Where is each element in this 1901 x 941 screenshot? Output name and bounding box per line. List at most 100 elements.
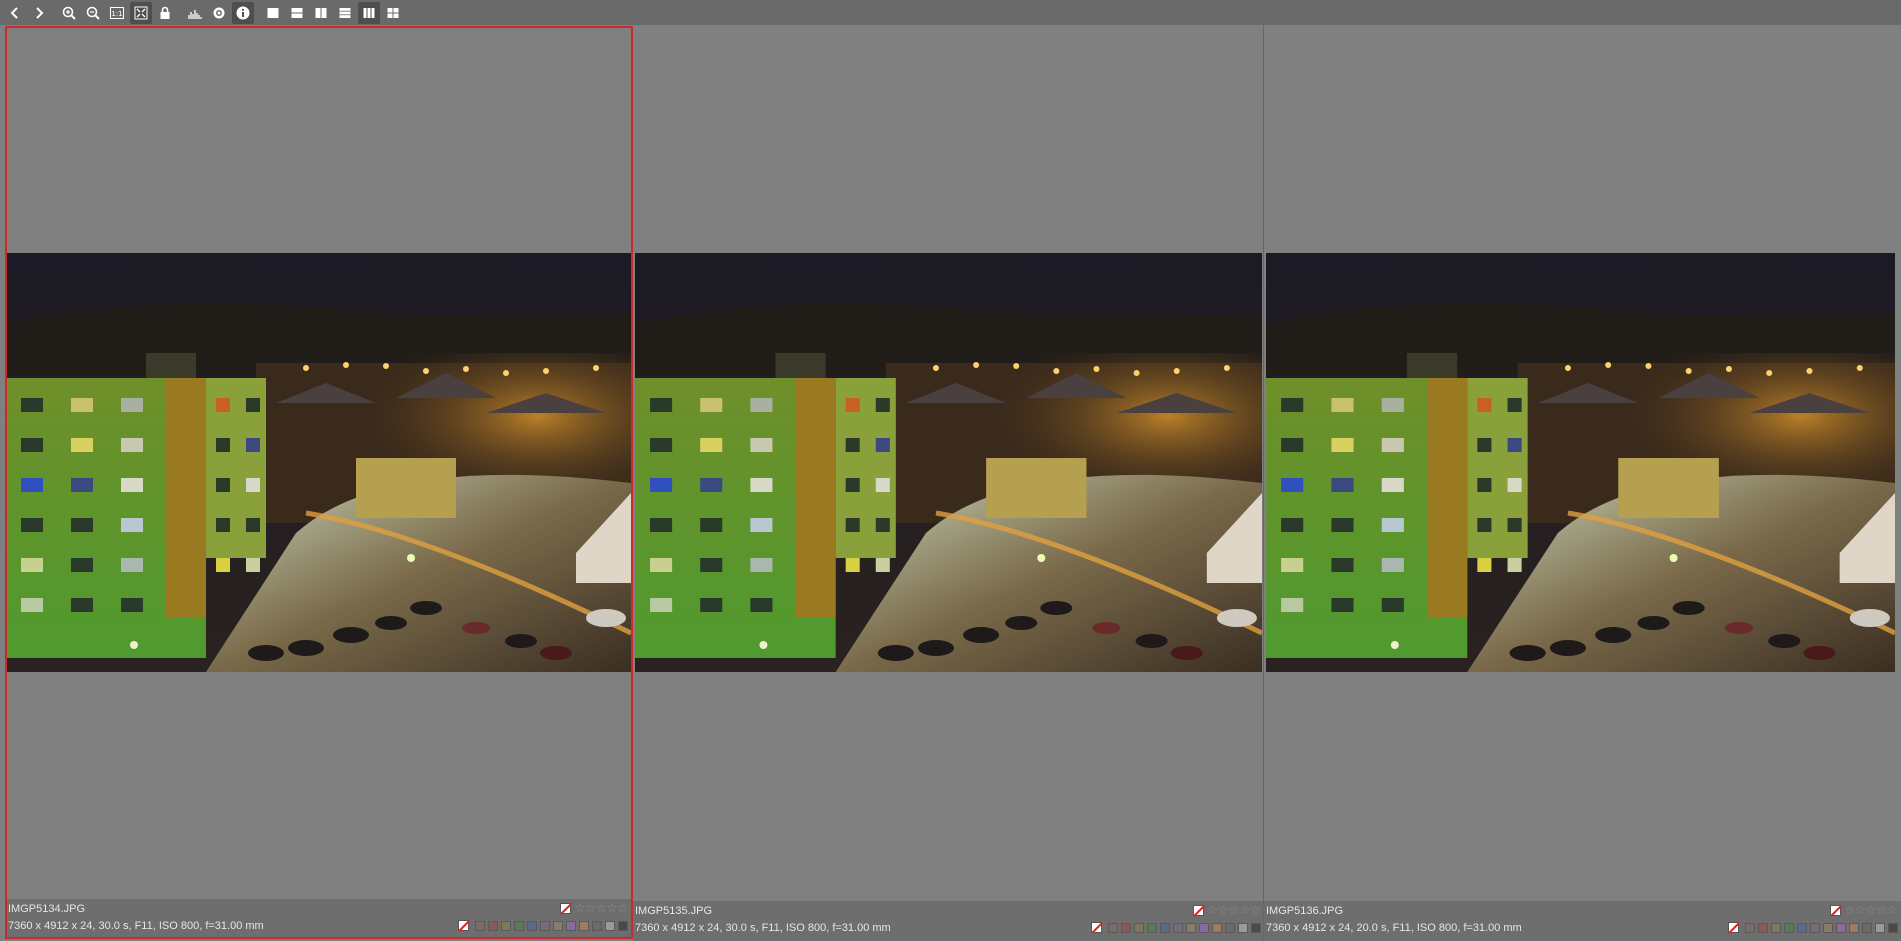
color-label-swatch[interactable] (1173, 922, 1183, 933)
no-label-icon[interactable] (1091, 922, 1102, 933)
layout-two-columns-icon (315, 7, 327, 18)
night-city-photo (1266, 253, 1895, 672)
layout-grid-button[interactable] (382, 2, 404, 24)
rating-stars[interactable]: ☆☆☆☆☆ (574, 902, 628, 914)
color-label-swatch[interactable] (1797, 922, 1807, 933)
color-label-swatch[interactable] (501, 920, 511, 931)
histogram-button[interactable] (184, 2, 206, 24)
previous-button[interactable] (4, 2, 26, 24)
photo-preview[interactable] (1266, 253, 1895, 672)
image-panel-2[interactable]: IMGP5135.JPG 7360 x 4912 x 24, 30.0 s, F… (633, 25, 1264, 941)
zoom-out-button[interactable] (82, 2, 104, 24)
color-label-swatch[interactable] (1745, 922, 1755, 933)
color-label-swatch[interactable] (1875, 922, 1885, 933)
zoom-in-button[interactable] (58, 2, 80, 24)
color-label-swatch[interactable] (527, 920, 537, 931)
color-label-picker[interactable] (1728, 922, 1898, 933)
star-rating[interactable]: ☆☆☆☆☆ (1830, 904, 1898, 916)
color-label-swatch[interactable] (1134, 922, 1144, 933)
color-label-swatch[interactable] (579, 920, 589, 931)
next-arrow-icon (36, 6, 44, 19)
color-label-swatch[interactable] (618, 920, 628, 931)
focus-peak-button[interactable] (208, 2, 230, 24)
viewer-toolbar: 1:1 (0, 0, 1901, 25)
color-label-swatch[interactable] (1212, 922, 1222, 933)
color-label-swatch[interactable] (592, 920, 602, 931)
color-label-swatch[interactable] (540, 920, 550, 931)
next-button[interactable] (28, 2, 50, 24)
star-rating[interactable]: ☆☆☆☆☆ (1193, 904, 1261, 916)
layout-two-columns-button[interactable] (310, 2, 332, 24)
color-label-swatch[interactable] (1225, 922, 1235, 933)
color-label-swatch[interactable] (514, 920, 524, 931)
color-label-swatch[interactable] (1771, 922, 1781, 933)
filename-label: IMGP5135.JPG (635, 905, 713, 917)
photo-preview[interactable] (635, 253, 1262, 672)
color-label-swatch[interactable] (1251, 922, 1261, 933)
exif-info-label: 7360 x 4912 x 24, 20.0 s, F11, ISO 800, … (1266, 922, 1522, 934)
color-label-swatch[interactable] (1810, 922, 1820, 933)
previous-arrow-icon (10, 6, 18, 19)
image-info-bar: IMGP5136.JPG 7360 x 4912 x 24, 20.0 s, F… (1264, 901, 1901, 941)
color-label-swatch[interactable] (1849, 922, 1859, 933)
layout-three-columns-icon (363, 7, 375, 18)
night-city-photo (6, 253, 631, 672)
layout-grid-icon (387, 7, 399, 18)
lock-button[interactable] (154, 2, 176, 24)
reject-flag-icon[interactable] (560, 902, 572, 914)
image-panel-1[interactable]: IMGP5134.JPG 7360 x 4912 x 24, 30.0 s, F… (0, 25, 633, 941)
filename-label: IMGP5136.JPG (1266, 905, 1344, 917)
color-label-swatch[interactable] (1888, 922, 1898, 933)
star-rating[interactable]: ☆☆☆☆☆ (560, 902, 628, 914)
actual-size-button[interactable]: 1:1 (106, 2, 128, 24)
actual-size-icon: 1:1 (110, 6, 124, 19)
exif-info-label: 7360 x 4912 x 24, 30.0 s, F11, ISO 800, … (635, 922, 891, 934)
color-label-picker[interactable] (1091, 922, 1261, 933)
no-label-icon[interactable] (1728, 922, 1739, 933)
image-info-bar: IMGP5135.JPG 7360 x 4912 x 24, 30.0 s, F… (633, 901, 1264, 941)
color-label-swatch[interactable] (1823, 922, 1833, 933)
photo-preview[interactable] (6, 253, 631, 672)
info-icon (236, 6, 250, 19)
reject-flag-icon[interactable] (1193, 904, 1205, 916)
color-label-swatch[interactable] (488, 920, 498, 931)
layout-three-rows-button[interactable] (334, 2, 356, 24)
color-label-swatch[interactable] (605, 920, 615, 931)
color-label-swatch[interactable] (1160, 922, 1170, 933)
color-label-swatch[interactable] (1186, 922, 1196, 933)
color-label-swatch[interactable] (1108, 922, 1118, 933)
layout-single-icon (267, 7, 279, 18)
night-city-photo (635, 253, 1262, 672)
layout-two-rows-icon (291, 7, 303, 18)
histogram-icon (188, 9, 202, 19)
info-button[interactable] (232, 1, 254, 24)
layout-three-rows-icon (339, 7, 351, 18)
rating-stars[interactable]: ☆☆☆☆☆ (1207, 904, 1261, 916)
color-label-swatch[interactable] (1862, 922, 1872, 933)
image-info-bar: IMGP5134.JPG 7360 x 4912 x 24, 30.0 s, F… (6, 899, 631, 939)
layout-three-columns-button[interactable] (358, 1, 380, 24)
image-panel-3[interactable]: IMGP5136.JPG 7360 x 4912 x 24, 20.0 s, F… (1264, 25, 1901, 941)
color-label-swatch[interactable] (1147, 922, 1157, 933)
color-label-swatch[interactable] (566, 920, 576, 931)
color-label-swatch[interactable] (1199, 922, 1209, 933)
zoom-out-icon (86, 6, 100, 20)
lock-icon (160, 6, 170, 19)
layout-single-button[interactable] (262, 2, 284, 24)
exif-info-label: 7360 x 4912 x 24, 30.0 s, F11, ISO 800, … (8, 920, 264, 932)
color-label-swatch[interactable] (1836, 922, 1846, 933)
color-label-swatch[interactable] (553, 920, 563, 931)
actual-size-text: 1:1 (111, 10, 122, 18)
no-label-icon[interactable] (458, 920, 469, 931)
color-label-swatch[interactable] (1121, 922, 1131, 933)
color-label-swatch[interactable] (475, 920, 485, 931)
reject-flag-icon[interactable] (1830, 904, 1842, 916)
color-label-swatch[interactable] (1784, 922, 1794, 933)
color-label-swatch[interactable] (1758, 922, 1768, 933)
color-label-swatch[interactable] (1238, 922, 1248, 933)
rating-stars[interactable]: ☆☆☆☆☆ (1844, 904, 1898, 916)
filename-label: IMGP5134.JPG (8, 903, 86, 915)
color-label-picker[interactable] (458, 920, 628, 931)
fit-to-window-button[interactable] (130, 1, 152, 24)
layout-two-rows-button[interactable] (286, 2, 308, 24)
